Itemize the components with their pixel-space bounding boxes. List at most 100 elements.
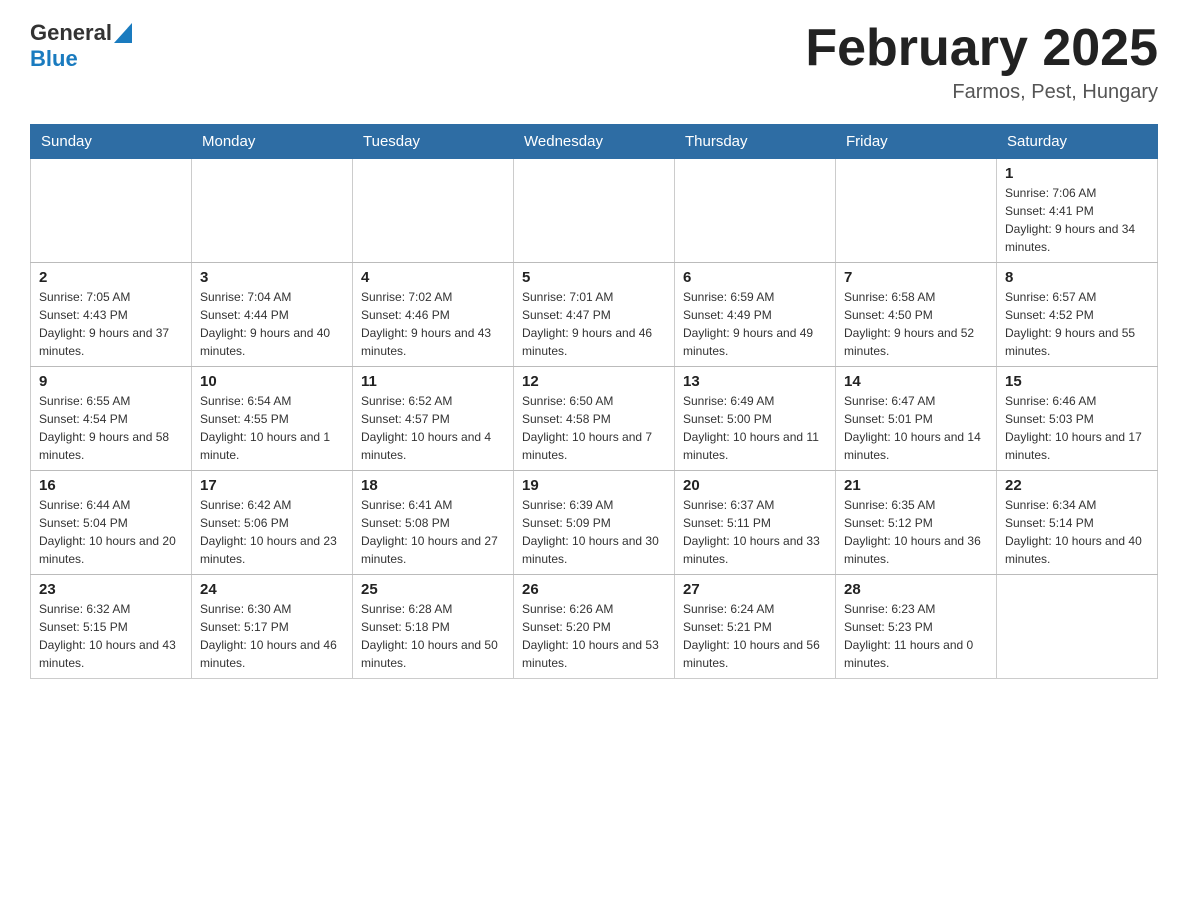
day-cell: 9 Sunrise: 6:55 AMSunset: 4:54 PMDaylight… [31, 367, 192, 471]
day-cell: 22 Sunrise: 6:34 AMSunset: 5:14 PMDayligh… [997, 471, 1158, 575]
day-info: Sunrise: 6:42 AMSunset: 5:06 PMDaylight:… [200, 496, 344, 568]
day-cell: 26 Sunrise: 6:26 AMSunset: 5:20 PMDayligh… [514, 575, 675, 679]
day-info: Sunrise: 6:24 AMSunset: 5:21 PMDaylight:… [683, 600, 827, 672]
day-number: 4 [361, 269, 505, 286]
day-cell: 11Sunrise: 6:52 AMSunset: 4:57 PMDayligh… [353, 367, 514, 471]
title-section: February 2025 Farmos, Pest, Hungary [805, 20, 1158, 104]
day-number: 16 [39, 477, 183, 494]
day-cell [514, 159, 675, 263]
day-number: 22 [1005, 477, 1149, 494]
day-info: Sunrise: 6:47 AMSunset: 5:01 PMDaylight:… [844, 392, 988, 464]
day-cell: 28 Sunrise: 6:23 AMSunset: 5:23 PMDayligh… [836, 575, 997, 679]
col-header-tuesday: Tuesday [353, 125, 514, 159]
day-number: 21 [844, 477, 988, 494]
week-row-4: 23 Sunrise: 6:32 AMSunset: 5:15 PMDayligh… [31, 575, 1158, 679]
day-number: 8 [1005, 269, 1149, 286]
day-cell: 23 Sunrise: 6:32 AMSunset: 5:15 PMDayligh… [31, 575, 192, 679]
day-cell [353, 159, 514, 263]
day-info: Sunrise: 7:06 AMSunset: 4:41 PMDaylight:… [1005, 184, 1149, 256]
col-header-sunday: Sunday [31, 125, 192, 159]
day-cell [997, 575, 1158, 679]
logo: General Blue [30, 20, 132, 72]
day-cell: 19 Sunrise: 6:39 AMSunset: 5:09 PMDayligh… [514, 471, 675, 575]
logo-general-text: General [30, 20, 112, 46]
day-info: Sunrise: 6:35 AMSunset: 5:12 PMDaylight:… [844, 496, 988, 568]
month-title: February 2025 [805, 20, 1158, 77]
day-number: 24 [200, 581, 344, 598]
day-number: 18 [361, 477, 505, 494]
day-info: Sunrise: 7:04 AMSunset: 4:44 PMDaylight:… [200, 288, 344, 360]
logo-blue-text: Blue [30, 46, 78, 71]
page-header: General Blue February 2025 Farmos, Pest,… [30, 20, 1158, 104]
day-number: 7 [844, 269, 988, 286]
day-cell: 24Sunrise: 6:30 AMSunset: 5:17 PMDayligh… [192, 575, 353, 679]
day-cell: 5Sunrise: 7:01 AMSunset: 4:47 PMDaylight… [514, 263, 675, 367]
day-info: Sunrise: 6:23 AMSunset: 5:23 PMDaylight:… [844, 600, 988, 672]
day-cell [192, 159, 353, 263]
day-cell: 8 Sunrise: 6:57 AMSunset: 4:52 PMDaylight… [997, 263, 1158, 367]
day-info: Sunrise: 6:39 AMSunset: 5:09 PMDaylight:… [522, 496, 666, 568]
day-number: 3 [200, 269, 344, 286]
day-cell: 2 Sunrise: 7:05 AMSunset: 4:43 PMDaylight… [31, 263, 192, 367]
day-info: Sunrise: 6:34 AMSunset: 5:14 PMDaylight:… [1005, 496, 1149, 568]
col-header-friday: Friday [836, 125, 997, 159]
day-cell: 3 Sunrise: 7:04 AMSunset: 4:44 PMDaylight… [192, 263, 353, 367]
day-info: Sunrise: 6:41 AMSunset: 5:08 PMDaylight:… [361, 496, 505, 568]
day-info: Sunrise: 6:59 AMSunset: 4:49 PMDaylight:… [683, 288, 827, 360]
day-info: Sunrise: 6:32 AMSunset: 5:15 PMDaylight:… [39, 600, 183, 672]
day-info: Sunrise: 6:46 AMSunset: 5:03 PMDaylight:… [1005, 392, 1149, 464]
day-info: Sunrise: 6:49 AMSunset: 5:00 PMDaylight:… [683, 392, 827, 464]
logo-triangle-icon [114, 23, 132, 43]
day-info: Sunrise: 7:02 AMSunset: 4:46 PMDaylight:… [361, 288, 505, 360]
day-number: 19 [522, 477, 666, 494]
day-cell: 4 Sunrise: 7:02 AMSunset: 4:46 PMDaylight… [353, 263, 514, 367]
day-number: 13 [683, 373, 827, 390]
day-number: 9 [39, 373, 183, 390]
calendar-table: SundayMondayTuesdayWednesdayThursdayFrid… [30, 124, 1158, 679]
day-info: Sunrise: 6:37 AMSunset: 5:11 PMDaylight:… [683, 496, 827, 568]
day-info: Sunrise: 6:52 AMSunset: 4:57 PMDaylight:… [361, 392, 505, 464]
col-header-saturday: Saturday [997, 125, 1158, 159]
day-cell: 25 Sunrise: 6:28 AMSunset: 5:18 PMDayligh… [353, 575, 514, 679]
day-info: Sunrise: 7:05 AMSunset: 4:43 PMDaylight:… [39, 288, 183, 360]
day-number: 2 [39, 269, 183, 286]
day-cell: 10Sunrise: 6:54 AMSunset: 4:55 PMDayligh… [192, 367, 353, 471]
day-number: 15 [1005, 373, 1149, 390]
day-cell [675, 159, 836, 263]
day-info: Sunrise: 6:58 AMSunset: 4:50 PMDaylight:… [844, 288, 988, 360]
day-info: Sunrise: 6:26 AMSunset: 5:20 PMDaylight:… [522, 600, 666, 672]
day-cell: 15 Sunrise: 6:46 AMSunset: 5:03 PMDayligh… [997, 367, 1158, 471]
day-cell: 12 Sunrise: 6:50 AMSunset: 4:58 PMDayligh… [514, 367, 675, 471]
day-cell: 21 Sunrise: 6:35 AMSunset: 5:12 PMDayligh… [836, 471, 997, 575]
day-number: 10 [200, 373, 344, 390]
day-info: Sunrise: 6:28 AMSunset: 5:18 PMDaylight:… [361, 600, 505, 672]
day-number: 17 [200, 477, 344, 494]
week-row-3: 16Sunrise: 6:44 AMSunset: 5:04 PMDayligh… [31, 471, 1158, 575]
day-number: 1 [1005, 165, 1149, 182]
day-cell: 18 Sunrise: 6:41 AMSunset: 5:08 PMDayligh… [353, 471, 514, 575]
calendar-header-row: SundayMondayTuesdayWednesdayThursdayFrid… [31, 125, 1158, 159]
day-cell: 13 Sunrise: 6:49 AMSunset: 5:00 PMDayligh… [675, 367, 836, 471]
location-text: Farmos, Pest, Hungary [805, 81, 1158, 104]
col-header-wednesday: Wednesday [514, 125, 675, 159]
day-cell: 7 Sunrise: 6:58 AMSunset: 4:50 PMDaylight… [836, 263, 997, 367]
day-cell: 17 Sunrise: 6:42 AMSunset: 5:06 PMDayligh… [192, 471, 353, 575]
day-number: 25 [361, 581, 505, 598]
day-number: 20 [683, 477, 827, 494]
day-number: 23 [39, 581, 183, 598]
day-number: 26 [522, 581, 666, 598]
day-info: Sunrise: 6:57 AMSunset: 4:52 PMDaylight:… [1005, 288, 1149, 360]
day-cell [31, 159, 192, 263]
day-info: Sunrise: 6:55 AMSunset: 4:54 PMDaylight:… [39, 392, 183, 464]
day-number: 28 [844, 581, 988, 598]
day-number: 27 [683, 581, 827, 598]
day-cell: 1 Sunrise: 7:06 AMSunset: 4:41 PMDaylight… [997, 159, 1158, 263]
day-info: Sunrise: 7:01 AMSunset: 4:47 PMDaylight:… [522, 288, 666, 360]
day-number: 6 [683, 269, 827, 286]
day-cell: 14Sunrise: 6:47 AMSunset: 5:01 PMDayligh… [836, 367, 997, 471]
day-info: Sunrise: 6:50 AMSunset: 4:58 PMDaylight:… [522, 392, 666, 464]
day-number: 12 [522, 373, 666, 390]
day-cell [836, 159, 997, 263]
day-cell: 20 Sunrise: 6:37 AMSunset: 5:11 PMDayligh… [675, 471, 836, 575]
week-row-1: 2 Sunrise: 7:05 AMSunset: 4:43 PMDaylight… [31, 263, 1158, 367]
